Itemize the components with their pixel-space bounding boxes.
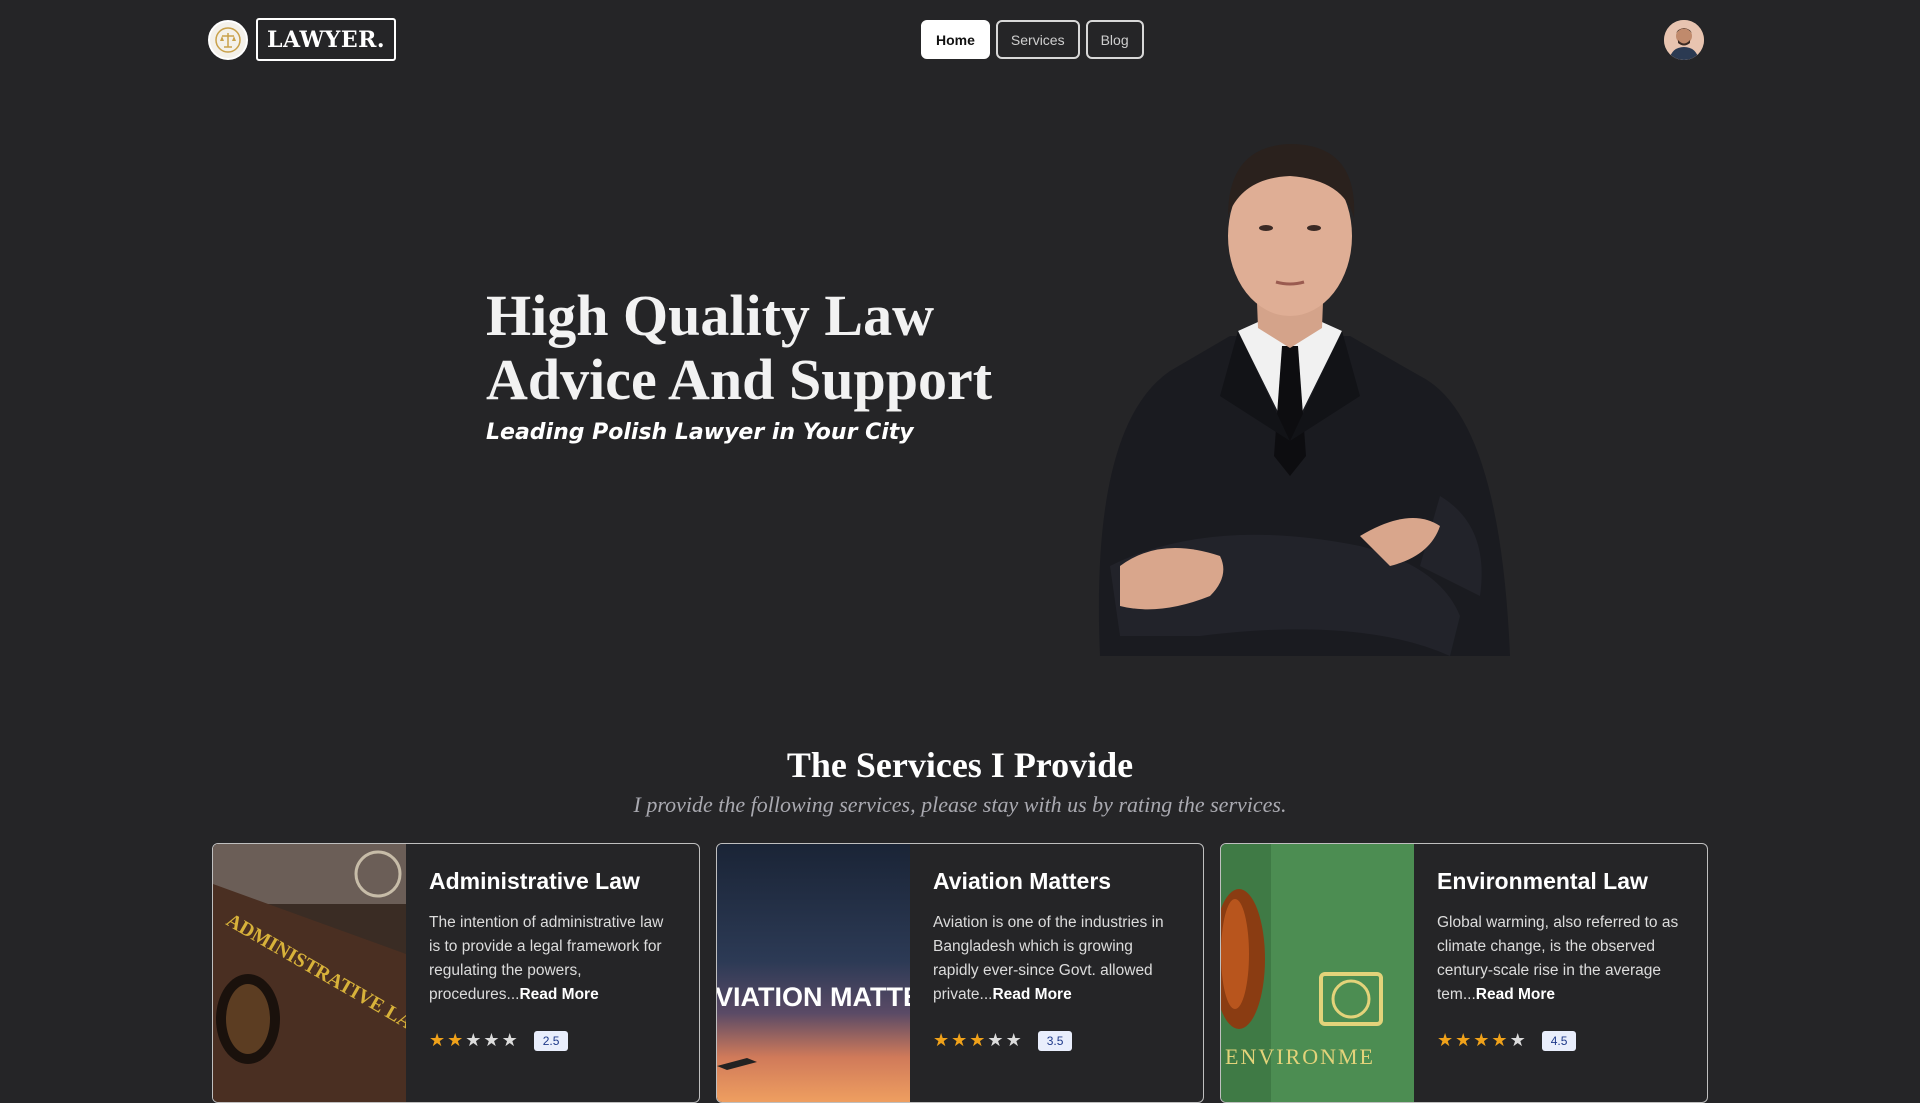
star-icon[interactable]: ★ bbox=[1455, 1032, 1471, 1050]
star-icon[interactable]: ★ bbox=[1473, 1032, 1489, 1050]
star-icon[interactable]: ★ bbox=[1437, 1032, 1453, 1050]
nav-services[interactable]: Services bbox=[995, 20, 1080, 59]
card-description-text: Global warming, also referred to as clim… bbox=[1437, 914, 1679, 1003]
rating-badge: 2.5 bbox=[533, 1031, 569, 1051]
card-description: Aviation is one of the industries in Ban… bbox=[933, 911, 1181, 1007]
nav-home[interactable]: Home bbox=[921, 20, 990, 59]
hero-title: High Quality Law Advice And Support bbox=[486, 284, 1046, 412]
brand-name: LAWYER. bbox=[256, 18, 397, 61]
star-icon[interactable]: ★ bbox=[1510, 1032, 1526, 1050]
star-icon[interactable]: ★ bbox=[1006, 1032, 1022, 1050]
service-card-aviation-matters[interactable]: VIATION MATTEI Aviation Matters Aviation… bbox=[716, 843, 1204, 1103]
card-description: The intention of administrative law is t… bbox=[429, 911, 677, 1007]
services-title: The Services I Provide bbox=[786, 745, 1134, 785]
rating-badge: 3.5 bbox=[1037, 1031, 1073, 1051]
star-rating[interactable]: ★ ★ ★ ★ ★ 3.5 bbox=[933, 1031, 1181, 1051]
scales-of-justice-icon bbox=[208, 19, 248, 60]
rating-badge: 4.5 bbox=[1541, 1031, 1577, 1051]
environmental-law-image: ENVIRONME bbox=[1221, 844, 1414, 1102]
service-card-environmental-law[interactable]: ENVIRONME Environmental Law Global warmi… bbox=[1220, 843, 1708, 1103]
services-subtitle: I provide the following services, please… bbox=[633, 792, 1287, 817]
star-icon[interactable]: ★ bbox=[987, 1032, 1003, 1050]
service-cards: ADMINISTRATIVE LAW Administrative Law Th… bbox=[212, 843, 1708, 1103]
star-icon[interactable]: ★ bbox=[447, 1032, 463, 1050]
star-rating[interactable]: ★ ★ ★ ★ ★ 2.5 bbox=[429, 1031, 677, 1051]
card-body: Administrative Law The intention of admi… bbox=[406, 844, 699, 1102]
star-icon[interactable]: ★ bbox=[429, 1032, 445, 1050]
svg-text:ENVIRONME: ENVIRONME bbox=[1225, 1044, 1375, 1069]
svg-text:VIATION MATTEI: VIATION MATTEI bbox=[717, 982, 910, 1012]
card-title: Environmental Law bbox=[1437, 868, 1648, 894]
star-icon[interactable]: ★ bbox=[502, 1032, 518, 1050]
user-avatar[interactable] bbox=[1664, 20, 1704, 60]
card-body: Aviation Matters Aviation is one of the … bbox=[910, 844, 1203, 1102]
read-more-link[interactable]: Read More bbox=[519, 986, 598, 1003]
nav-blog[interactable]: Blog bbox=[1085, 20, 1144, 59]
read-more-link[interactable]: Read More bbox=[992, 986, 1071, 1003]
star-rating[interactable]: ★ ★ ★ ★ ★ 4.5 bbox=[1437, 1031, 1685, 1051]
card-title: Administrative Law bbox=[429, 868, 640, 894]
star-icon[interactable]: ★ bbox=[969, 1032, 985, 1050]
hero-subtitle: Leading Polish Lawyer in Your City bbox=[486, 420, 914, 445]
star-icon[interactable]: ★ bbox=[1491, 1032, 1507, 1050]
navbar: LAWYER. Home Services Blog bbox=[0, 0, 1920, 80]
hero-title-line-2: Advice And Support bbox=[486, 347, 993, 412]
hero-title-line-1: High Quality Law bbox=[486, 283, 934, 348]
card-description: Global warming, also referred to as clim… bbox=[1437, 911, 1685, 1007]
administrative-law-image: ADMINISTRATIVE LAW bbox=[213, 844, 406, 1102]
star-icon[interactable]: ★ bbox=[465, 1032, 481, 1050]
card-title: Aviation Matters bbox=[933, 868, 1112, 894]
star-icon[interactable]: ★ bbox=[933, 1032, 949, 1050]
service-card-administrative-law[interactable]: ADMINISTRATIVE LAW Administrative Law Th… bbox=[212, 843, 700, 1103]
logo[interactable]: LAWYER. bbox=[208, 18, 397, 61]
card-body: Environmental Law Global warming, also r… bbox=[1414, 844, 1707, 1102]
lawyer-portrait-image bbox=[1060, 96, 1520, 668]
read-more-link[interactable]: Read More bbox=[1476, 986, 1555, 1003]
main-nav: Home Services Blog bbox=[921, 20, 1144, 59]
star-icon[interactable]: ★ bbox=[483, 1032, 499, 1050]
aviation-matters-image: VIATION MATTEI bbox=[717, 844, 910, 1102]
star-icon[interactable]: ★ bbox=[951, 1032, 967, 1050]
